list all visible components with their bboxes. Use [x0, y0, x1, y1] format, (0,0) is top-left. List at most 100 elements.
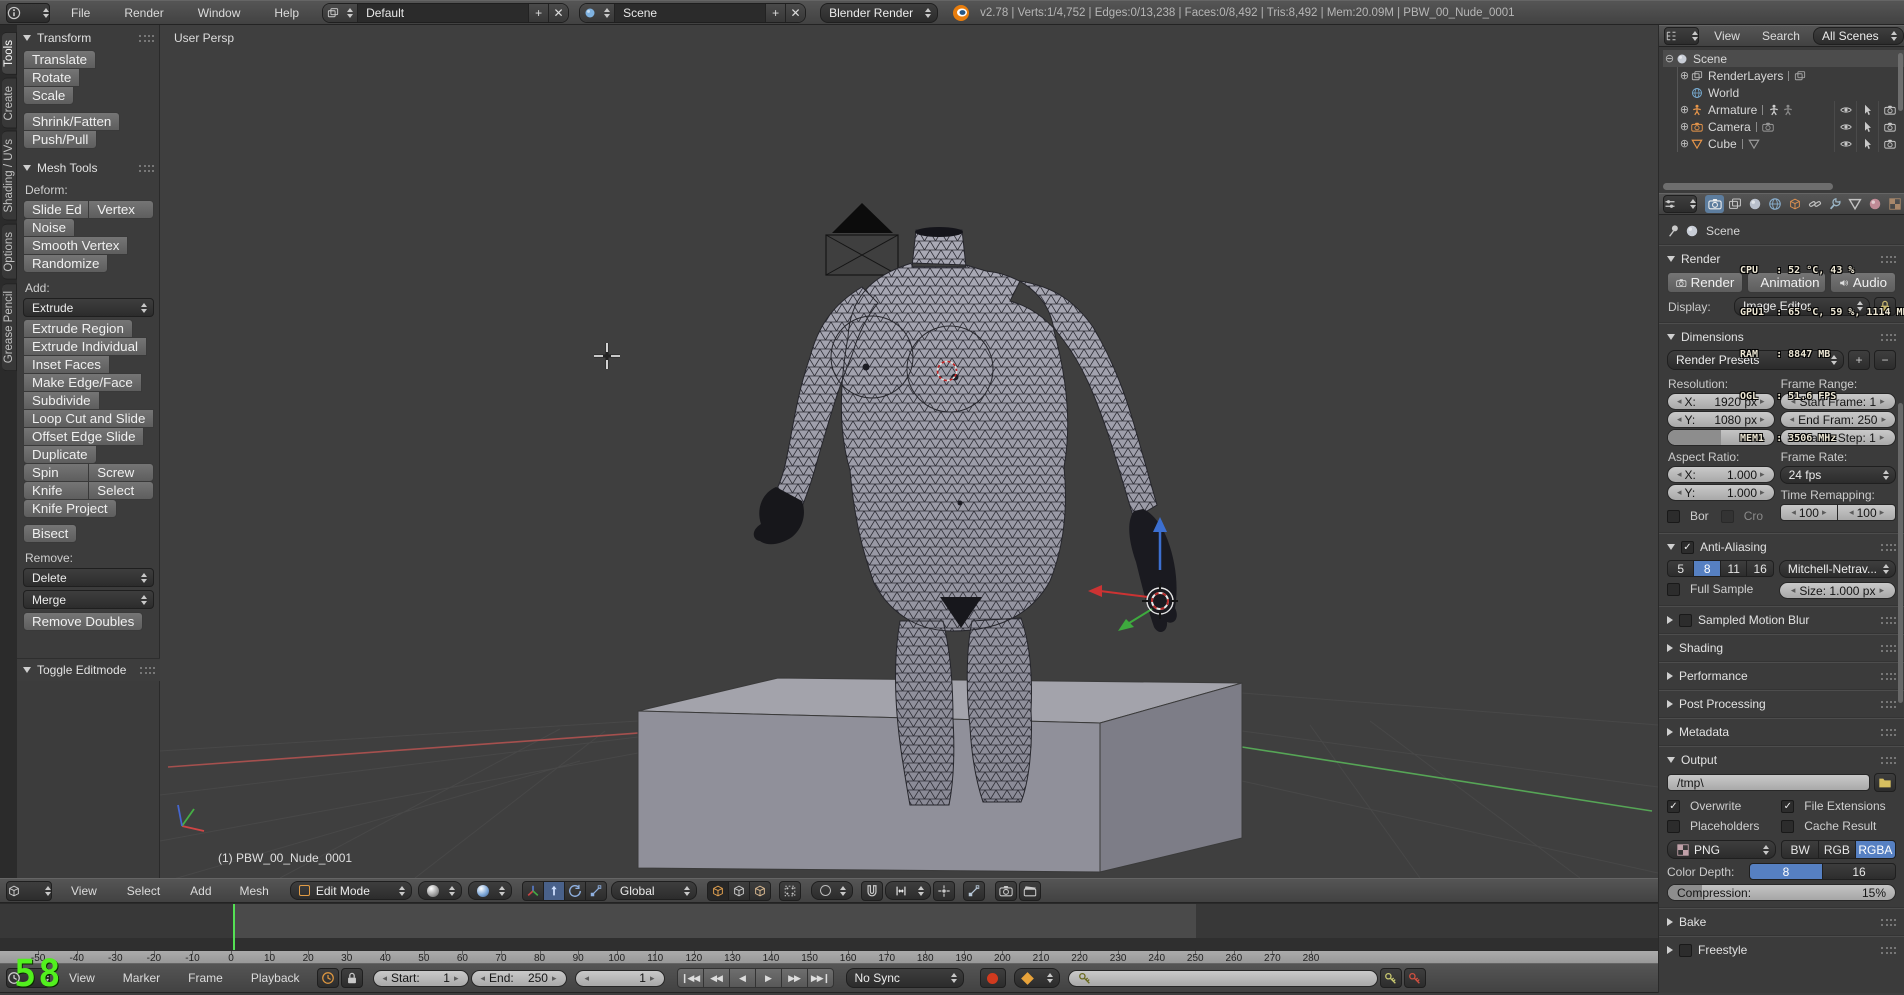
mode-select[interactable]: Edit Mode — [290, 881, 412, 900]
panel-performance[interactable]: Performance — [1667, 669, 1896, 683]
render-toggle[interactable] — [1878, 118, 1900, 135]
select-mode-vertex-button[interactable] — [707, 881, 729, 901]
panel-post-processing[interactable]: Post Processing — [1667, 697, 1896, 711]
manipulator-rotate-button[interactable] — [564, 881, 586, 901]
proportional-edit-select[interactable] — [811, 881, 853, 900]
previous-keyframe-button[interactable]: ◀◀ — [703, 968, 730, 988]
shrink-fatten-button[interactable]: Shrink/Fatten — [23, 112, 120, 131]
placeholders-checkbox[interactable] — [1667, 820, 1680, 833]
next-keyframe-button[interactable]: ▶▶ — [781, 968, 808, 988]
aa-samples-11[interactable]: 11 — [1720, 560, 1747, 577]
panel-shading[interactable]: Shading — [1667, 641, 1896, 655]
scene-selector[interactable]: Scene + ✕ — [579, 3, 806, 23]
aa-samples-16[interactable]: 16 — [1746, 560, 1773, 577]
editor-type-button-3dview[interactable] — [6, 881, 52, 901]
scale-button[interactable]: Scale — [23, 86, 74, 105]
aspect-y-field[interactable]: ◂Y:1.000▸ — [1667, 484, 1775, 501]
outliner-item-world[interactable]: World — [1678, 84, 1904, 101]
insert-keyframe-button[interactable] — [1380, 968, 1402, 988]
select-mode-edge-button[interactable] — [728, 881, 750, 901]
panel-mesh-tools[interactable]: Mesh Tools — [23, 161, 154, 175]
selectable-toggle[interactable] — [1856, 135, 1878, 152]
make-edge-face-button[interactable]: Make Edge/Face — [23, 373, 142, 392]
tab-world[interactable] — [1765, 195, 1784, 213]
file-extensions-checkbox[interactable] — [1781, 800, 1794, 813]
bisect-button[interactable]: Bisect — [23, 524, 77, 543]
panel-sampled-motion-blur[interactable]: Sampled Motion Blur — [1667, 613, 1896, 627]
smooth-vertex-button[interactable]: Smooth Vertex — [23, 236, 128, 255]
push-pull-button[interactable]: Push/Pull — [23, 130, 97, 149]
tab-material[interactable] — [1865, 195, 1884, 213]
snap-element-select[interactable] — [885, 881, 931, 900]
expand-icon[interactable]: ⊕ — [1678, 137, 1691, 150]
panel-bake[interactable]: Bake — [1667, 915, 1896, 929]
play-reverse-button[interactable]: ◀ — [729, 968, 756, 988]
slide-vertex-button[interactable]: Vertex — [88, 200, 154, 219]
editor-type-button-properties[interactable] — [1663, 195, 1697, 213]
selectable-toggle[interactable] — [1856, 101, 1878, 118]
merge-menu[interactable]: Merge — [23, 590, 154, 609]
menu-help[interactable]: Help — [265, 6, 308, 20]
tab-data[interactable] — [1845, 195, 1864, 213]
keying-set-mode-select[interactable] — [1014, 968, 1060, 988]
cache-result-checkbox[interactable] — [1781, 820, 1794, 833]
overwrite-checkbox[interactable] — [1667, 800, 1680, 813]
hide-toggle[interactable] — [1834, 118, 1856, 135]
menu-render[interactable]: Render — [115, 6, 172, 20]
drag-dots-icon[interactable] — [139, 35, 154, 42]
aa-samples-5[interactable]: 5 — [1667, 560, 1694, 577]
freestyle-checkbox[interactable] — [1679, 944, 1692, 957]
outliner-item-scene[interactable]: ⊖ Scene — [1663, 50, 1904, 67]
play-button[interactable]: ▶ — [755, 968, 782, 988]
lock-time-cursor-button[interactable] — [341, 968, 363, 988]
filter-size-field[interactable]: ◂Size: 1.000 px▸ — [1779, 582, 1896, 599]
active-keying-set-field[interactable] — [1068, 970, 1378, 987]
hide-toggle[interactable] — [1834, 101, 1856, 118]
start-frame-field[interactable]: ◂Start:1▸ — [373, 970, 469, 987]
border-checkbox[interactable] — [1667, 510, 1680, 523]
delete-menu[interactable]: Delete — [23, 568, 154, 587]
translate-button[interactable]: Translate — [23, 50, 96, 69]
tab-create[interactable]: Create — [2, 78, 17, 129]
tab-object[interactable] — [1785, 195, 1804, 213]
delete-scene-button[interactable]: ✕ — [785, 4, 805, 22]
color-rgb-toggle[interactable]: RGB — [1818, 840, 1856, 859]
current-frame-indicator[interactable] — [233, 904, 235, 950]
operator-panel-toggle-editmode[interactable]: Toggle Editmode — [23, 663, 155, 677]
panel-transform[interactable]: Transform — [23, 31, 154, 45]
jump-to-start-button[interactable]: ❙◀◀ — [677, 968, 704, 988]
pixel-filter-select[interactable]: Mitchell-Netrav... — [1779, 560, 1896, 578]
noise-button[interactable]: Noise — [23, 218, 75, 237]
remove-doubles-button[interactable]: Remove Doubles — [23, 612, 143, 631]
tab-grease-pencil[interactable]: Grease Pencil — [2, 283, 17, 371]
scene-name[interactable]: Scene — [615, 4, 765, 22]
opengl-render-animation-button[interactable] — [1019, 881, 1041, 901]
collapse-icon[interactable]: ⊖ — [1663, 52, 1676, 65]
renderlayer-render-icon[interactable] — [1794, 70, 1806, 82]
screen-layout-icon[interactable] — [323, 4, 358, 22]
output-path-field[interactable]: /tmp\ — [1667, 774, 1870, 791]
hide-toggle[interactable] — [1834, 135, 1856, 152]
render-engine-select[interactable]: Blender Render — [820, 3, 938, 23]
spin-button[interactable]: Spin — [23, 463, 88, 482]
menu-outliner-search[interactable]: Search — [1753, 29, 1809, 43]
opengl-render-image-button[interactable] — [995, 881, 1017, 901]
menu-file[interactable]: File — [62, 6, 99, 20]
tab-modifiers[interactable] — [1825, 195, 1844, 213]
add-layout-button[interactable]: + — [528, 4, 548, 22]
time-remap-new-field[interactable]: ◂100▸ — [1837, 504, 1896, 521]
pivot-center-select[interactable] — [468, 881, 512, 900]
panel-anti-aliasing[interactable]: Anti-Aliasing — [1667, 540, 1896, 554]
outliner-item-armature[interactable]: ⊕ Armature — [1678, 101, 1904, 118]
knife-button[interactable]: Knife — [23, 481, 88, 500]
delete-layout-button[interactable]: ✕ — [548, 4, 568, 22]
file-format-select[interactable]: PNG — [1667, 840, 1776, 859]
time-remap-old-field[interactable]: ◂100▸ — [1780, 504, 1839, 521]
timeline-area[interactable]: -50-40-30-20-100102030405060708090100110… — [0, 903, 1658, 963]
expand-icon[interactable]: ⊕ — [1678, 103, 1691, 116]
drag-dots-icon[interactable] — [139, 165, 154, 172]
panel-metadata[interactable]: Metadata — [1667, 725, 1896, 739]
tab-render[interactable] — [1705, 195, 1724, 213]
selectable-toggle[interactable] — [1856, 118, 1878, 135]
menu-window[interactable]: Window — [189, 6, 250, 20]
